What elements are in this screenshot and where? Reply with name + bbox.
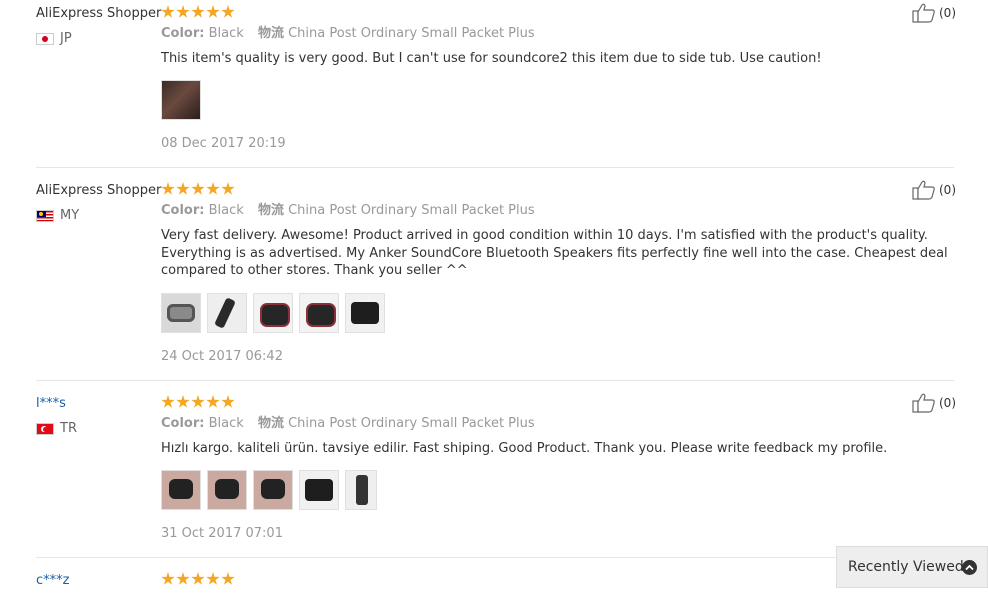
reviewer-name: AliExpress Shopper: [36, 6, 162, 21]
chevron-up-icon: [962, 560, 977, 575]
reviewer-country: JP: [36, 31, 72, 47]
review-photos: [161, 293, 385, 333]
star-icon: [191, 182, 205, 195]
helpful-count: (0): [939, 6, 956, 20]
review-photo-thumbnail[interactable]: [253, 293, 293, 333]
japan-flag-icon: [36, 33, 54, 45]
star-icon: [176, 5, 190, 18]
country-code: MY: [60, 208, 80, 223]
star-icon: [221, 182, 235, 195]
review-item: l***s TR Color: Black 物流 China Post Ordi…: [36, 393, 956, 558]
star-icon: [161, 395, 175, 408]
malaysia-flag-icon: [36, 210, 54, 222]
helpful-button[interactable]: (0): [912, 180, 956, 200]
star-icon: [191, 572, 205, 585]
star-icon: [191, 395, 205, 408]
review-photo-thumbnail[interactable]: [253, 470, 293, 510]
shipping-value: China Post Ordinary Small Packet Plus: [288, 416, 535, 431]
helpful-count: (0): [939, 183, 956, 197]
color-label: Color:: [161, 26, 205, 41]
review-meta: Color: Black 物流 China Post Ordinary Smal…: [161, 416, 535, 432]
thumbs-up-icon: [912, 393, 935, 413]
reviewer-country: TR: [36, 421, 77, 437]
review-text: This item's quality is very good. But I …: [161, 51, 822, 66]
helpful-button[interactable]: (0): [912, 3, 956, 23]
reviewer-name[interactable]: c***z: [36, 573, 69, 589]
color-label: Color:: [161, 416, 205, 431]
star-icon: [206, 5, 220, 18]
review-photo-thumbnail[interactable]: [207, 470, 247, 510]
review-date: 31 Oct 2017 07:01: [161, 526, 283, 541]
shipping-value: China Post Ordinary Small Packet Plus: [288, 203, 535, 218]
country-code: TR: [60, 421, 77, 436]
shipping-label: 物流: [257, 203, 284, 218]
review-meta: Color: Black 物流 China Post Ordinary Smal…: [161, 26, 535, 42]
thumbs-up-icon: [912, 3, 935, 23]
shipping-label: 物流: [257, 416, 284, 431]
star-rating: [161, 5, 235, 19]
review-photo-thumbnail[interactable]: [299, 293, 339, 333]
review-meta: Color: Black 物流 China Post Ordinary Smal…: [161, 203, 535, 219]
star-rating: [161, 572, 235, 586]
star-icon: [176, 182, 190, 195]
star-icon: [161, 5, 175, 18]
star-icon: [176, 572, 190, 585]
review-text: Hızlı kargo. kaliteli ürün. tavsiye edil…: [161, 441, 888, 456]
star-icon: [206, 572, 220, 585]
reviewer-country: MY: [36, 208, 79, 224]
review-photo-thumbnail[interactable]: [161, 80, 201, 120]
star-rating: [161, 395, 235, 409]
star-icon: [221, 572, 235, 585]
review-photos: [161, 470, 377, 510]
shipping-label: 物流: [257, 26, 284, 41]
review-item: AliExpress Shopper MY Color: Black 物流 Ch…: [36, 180, 956, 381]
star-icon: [206, 395, 220, 408]
review-photo-thumbnail[interactable]: [161, 293, 201, 333]
color-value: Black: [208, 203, 244, 218]
review-photos: [161, 80, 201, 120]
recently-viewed-tab[interactable]: Recently Viewed: [836, 546, 988, 588]
star-icon: [221, 395, 235, 408]
star-icon: [221, 5, 235, 18]
reviewer-name: AliExpress Shopper: [36, 183, 162, 198]
star-icon: [206, 182, 220, 195]
shipping-value: China Post Ordinary Small Packet Plus: [288, 26, 535, 41]
thumbs-up-icon: [912, 180, 935, 200]
star-icon: [161, 182, 175, 195]
recently-viewed-label: Recently Viewed: [848, 559, 964, 575]
review-item: AliExpress Shopper JP Color: Black 物流 Ch…: [36, 3, 956, 168]
review-photo-thumbnail[interactable]: [345, 470, 377, 510]
reviewer-name[interactable]: l***s: [36, 396, 66, 412]
star-rating: [161, 182, 235, 196]
color-label: Color:: [161, 203, 205, 218]
star-icon: [176, 395, 190, 408]
star-icon: [161, 572, 175, 585]
review-photo-thumbnail[interactable]: [345, 293, 385, 333]
review-photo-thumbnail[interactable]: [207, 293, 247, 333]
review-date: 24 Oct 2017 06:42: [161, 349, 283, 364]
review-date: 08 Dec 2017 20:19: [161, 136, 286, 151]
helpful-count: (0): [939, 396, 956, 410]
star-icon: [191, 5, 205, 18]
color-value: Black: [208, 416, 244, 431]
turkey-flag-icon: [36, 423, 54, 435]
review-item: c***z: [36, 572, 954, 593]
review-photo-thumbnail[interactable]: [161, 470, 201, 510]
helpful-button[interactable]: (0): [912, 393, 956, 413]
review-photo-thumbnail[interactable]: [299, 470, 339, 510]
review-text: Very fast delivery. Awesome! Product arr…: [161, 228, 948, 278]
color-value: Black: [208, 26, 244, 41]
country-code: JP: [60, 31, 72, 46]
